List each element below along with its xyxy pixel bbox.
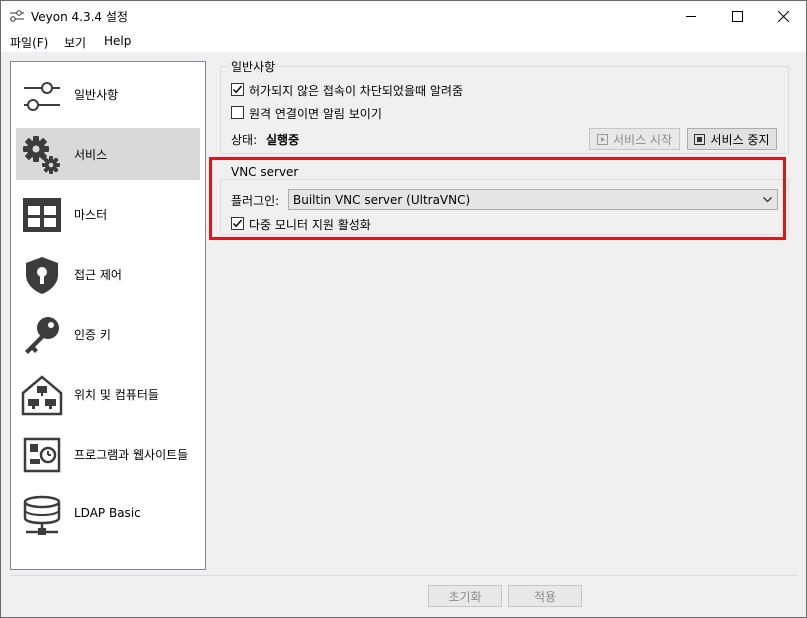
sidebar-item-label: 프로그램과 웹사이트들 xyxy=(74,448,189,462)
checkmark-icon xyxy=(233,85,243,94)
apply-button[interactable]: 적용 xyxy=(508,585,582,607)
remote-notify-label: 원격 연결이면 알림 보이기 xyxy=(249,107,382,121)
reset-button[interactable]: 초기화 xyxy=(428,585,502,607)
app-clock-icon xyxy=(23,437,61,473)
sidebar-item-label: 인증 키 xyxy=(74,328,111,342)
stop-icon xyxy=(694,133,706,145)
menu-help[interactable]: Help xyxy=(104,34,131,48)
minimize-icon xyxy=(685,16,696,17)
notify-blocked-label: 허가되지 않은 접속이 차단되었을때 알려줌 xyxy=(249,84,463,98)
sidebar-item-label: 일반사항 xyxy=(74,88,119,102)
title-bar: Veyon 4.3.4 설정 xyxy=(0,0,807,31)
sidebar-item-auth-keys[interactable]: 인증 키 xyxy=(16,308,200,360)
stop-service-label: 서비스 중지 xyxy=(710,132,770,147)
sidebar-item-programs-websites[interactable]: 프로그램과 웹사이트들 xyxy=(16,428,200,480)
sidebar-item-locations[interactable]: 위치 및 컴퓨터들 xyxy=(16,368,200,420)
sidebar-item-general[interactable]: 일반사항 xyxy=(16,68,200,120)
sidebar-item-label: LDAP Basic xyxy=(74,506,141,520)
close-button[interactable] xyxy=(760,1,806,32)
play-icon xyxy=(596,133,608,145)
status-value: 실행중 xyxy=(266,133,300,147)
sidebar-item-label: 서비스 xyxy=(74,148,108,162)
house-computers-icon xyxy=(21,375,63,416)
menu-file[interactable]: 파일(F) xyxy=(10,34,48,51)
apply-button-label: 적용 xyxy=(533,589,557,604)
sidebar: 일반사항 서비스 마스터 접근 제어 인증 키 위치 및 컴퓨터들 프로그램과 … xyxy=(10,61,206,570)
sliders-icon xyxy=(10,10,24,22)
remote-notify-checkbox[interactable] xyxy=(231,106,244,119)
window-title: Veyon 4.3.4 설정 xyxy=(31,10,128,24)
start-service-label: 서비스 시작 xyxy=(612,132,672,147)
sidebar-item-label: 접근 제어 xyxy=(74,268,122,282)
maximize-button[interactable] xyxy=(714,1,760,32)
sidebar-item-master[interactable]: 마스터 xyxy=(16,188,200,240)
maximize-icon xyxy=(731,11,743,22)
sidebar-item-label: 위치 및 컴퓨터들 xyxy=(74,388,159,402)
menu-bar: 파일(F) 보기 Help xyxy=(0,31,807,52)
stop-service-button[interactable]: 서비스 중지 xyxy=(687,128,777,150)
general-group-title: 일반사항 xyxy=(229,58,278,75)
footer-divider xyxy=(10,575,797,576)
grid-icon xyxy=(23,198,61,232)
gears-icon xyxy=(23,136,60,174)
sidebar-item-service[interactable]: 서비스 xyxy=(16,128,200,180)
key-icon xyxy=(25,317,59,354)
status-label: 상태: xyxy=(231,133,258,147)
shield-lock-icon xyxy=(26,257,58,294)
sidebar-item-ldap-basic[interactable]: LDAP Basic xyxy=(16,488,200,540)
sidebar-item-access-control[interactable]: 접근 제어 xyxy=(16,248,200,300)
database-icon xyxy=(23,495,61,535)
close-icon xyxy=(777,11,789,22)
reset-button-label: 초기화 xyxy=(448,589,482,604)
sliders-icon xyxy=(24,82,60,111)
sidebar-item-label: 마스터 xyxy=(74,208,108,222)
highlight-annotation xyxy=(209,157,786,240)
notify-blocked-checkbox[interactable] xyxy=(231,83,244,96)
minimize-button[interactable] xyxy=(668,1,714,32)
menu-view[interactable]: 보기 xyxy=(64,34,86,51)
start-service-button[interactable]: 서비스 시작 xyxy=(589,128,680,150)
